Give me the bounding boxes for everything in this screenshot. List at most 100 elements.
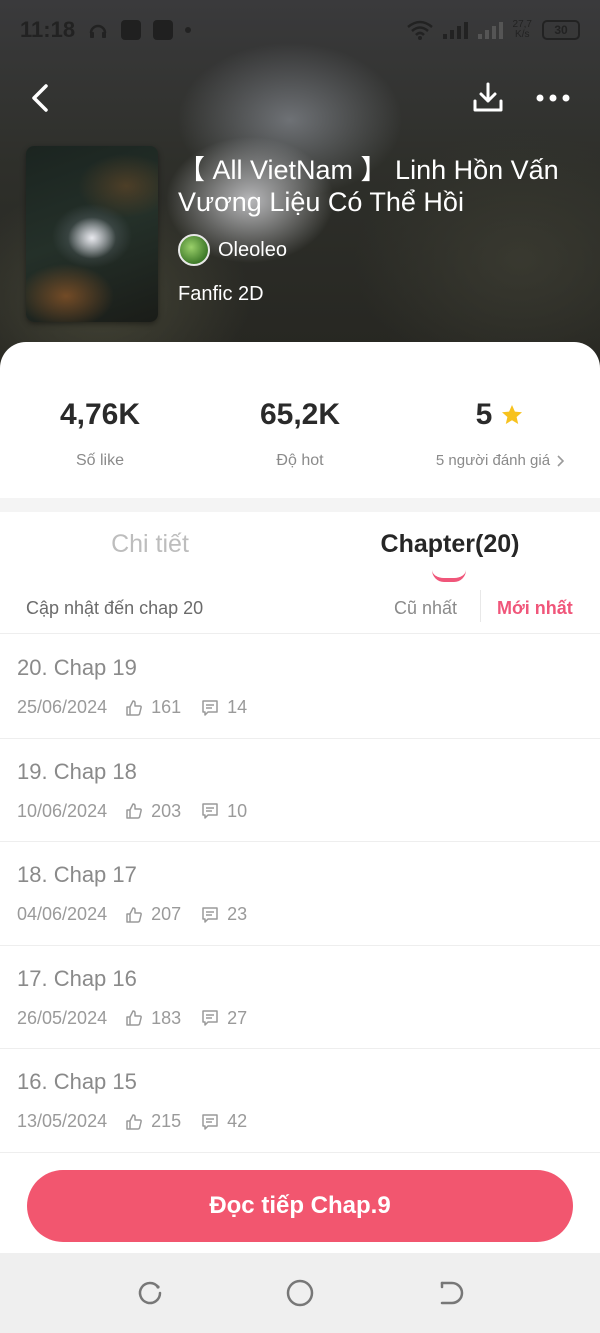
more-notifications-dot: [185, 27, 192, 33]
likes-value: 4,76K: [59, 398, 141, 431]
back-button[interactable]: [20, 78, 60, 118]
chapter-item[interactable]: 19. Chap 18 10/06/2024 203 10: [0, 739, 600, 842]
chapter-item[interactable]: 17. Chap 16 26/05/2024 183 27: [0, 946, 600, 1049]
comment-icon: [202, 803, 218, 819]
chapter-meta: 04/06/2024 207 23: [17, 904, 247, 925]
stat-likes: 4,76K Số like: [0, 398, 200, 470]
stats-row: 4,76K Số like 65,2K Độ hot 5 5 người đán…: [0, 342, 600, 497]
status-notification-icons: [87, 19, 192, 41]
top-nav: [0, 70, 600, 126]
book-title: 【 All VietNam 】 Linh Hồn Vấn Vương Liệu …: [178, 155, 559, 217]
section-divider: [0, 498, 600, 512]
chapter-item[interactable]: 16. Chap 15 13/05/2024 215 42: [0, 1049, 600, 1153]
chapter-comments: 10: [227, 800, 248, 821]
sort-newest-button[interactable]: Mới nhất: [497, 598, 573, 619]
more-options-button[interactable]: [530, 76, 576, 120]
back-system-button[interactable]: [430, 1273, 470, 1313]
thumbs-up-icon: [126, 699, 142, 716]
book-cover-image: [26, 146, 158, 322]
tiktok-icon: [153, 20, 174, 40]
tab-bar: Chi tiết Chapter(20): [0, 512, 600, 582]
likes-label: Số like: [75, 452, 125, 469]
chapter-list: 20. Chap 19 25/06/2024 161 14 19. Chap 1…: [0, 635, 600, 1153]
sort-divider: [480, 590, 481, 622]
author-name: Oleoleo: [218, 238, 287, 261]
chapter-date: 25/06/2024: [17, 697, 108, 717]
chapter-item[interactable]: 18. Chap 17 04/06/2024 207 23: [0, 842, 600, 946]
chapter-date: 13/05/2024: [17, 1111, 108, 1131]
chapter-date: 26/05/2024: [17, 1007, 108, 1028]
chapter-meta: 25/06/2024 161 14: [17, 697, 247, 718]
chapter-likes: 203: [151, 800, 182, 821]
chapter-meta: 10/06/2024 203 10: [17, 801, 247, 822]
rating-value-row: 5: [400, 398, 600, 432]
author-row[interactable]: Oleoleo: [178, 234, 287, 266]
active-tab-indicator: [432, 570, 466, 582]
stat-rating[interactable]: 5 5 người đánh giá: [400, 398, 600, 469]
chapter-title: 17. Chap 16: [17, 965, 137, 991]
rating-value: 5: [475, 398, 493, 431]
headset-icon: [89, 24, 107, 38]
rating-label: 5 người đánh giá: [435, 452, 551, 469]
status-bar: 11:18 27,7 K/s 30: [0, 0, 600, 60]
content-card: 4,76K Số like 65,2K Độ hot 5 5 người đán…: [0, 342, 600, 1333]
chapter-likes: 207: [151, 904, 182, 924]
signal-2-icon: [477, 21, 503, 39]
recent-apps-icon: [138, 1281, 162, 1305]
home-button[interactable]: [280, 1273, 320, 1313]
sort-row: Cập nhật đến chap 20 Cũ nhất Mới nhất: [0, 582, 600, 634]
comment-icon: [202, 1010, 218, 1026]
book-header: 11:18 27,7 K/s 30 【 All VietNam 】 Linh H…: [0, 0, 600, 370]
thumbs-up-icon: [126, 906, 142, 923]
chapter-title: 20. Chap 19: [17, 655, 137, 680]
chapter-likes: 183: [151, 1007, 182, 1028]
chapter-likes: 161: [151, 697, 182, 717]
comment-icon: [202, 699, 218, 716]
chapter-comments: 42: [227, 1111, 248, 1131]
chapter-item[interactable]: 20. Chap 19 25/06/2024 161 14: [0, 635, 600, 739]
chapter-comments: 23: [227, 904, 248, 924]
status-time: 11:18: [20, 17, 76, 42]
chapter-title: 16. Chap 15: [17, 1069, 137, 1094]
thumbs-up-icon: [126, 1010, 142, 1026]
home-circle-icon: [286, 1279, 314, 1307]
thumbs-up-icon: [126, 803, 142, 819]
system-navigation-bar: [0, 1253, 600, 1333]
star-icon: [502, 405, 523, 424]
chevron-right-icon: [557, 454, 565, 467]
update-status: Cập nhật đến chap 20: [26, 598, 204, 618]
book-genre: Fanfic 2D: [178, 283, 264, 305]
download-button[interactable]: [466, 76, 510, 120]
chapter-title: 18. Chap 17: [17, 862, 137, 887]
hot-label: Độ hot: [276, 452, 324, 469]
app-notification-icon: [121, 20, 142, 40]
chapter-meta: 26/05/2024 183 27: [17, 1008, 247, 1029]
network-speed: 27,7 K/s: [512, 19, 532, 40]
download-icon: [473, 82, 503, 112]
thumbs-up-icon: [126, 1113, 142, 1130]
more-horizontal-icon: [536, 94, 570, 102]
chevron-left-icon: [32, 84, 48, 112]
chapter-title: 19. Chap 18: [17, 758, 137, 784]
chapter-comments: 14: [227, 697, 248, 717]
author-avatar: [178, 234, 210, 266]
chapter-date: 10/06/2024: [17, 800, 108, 821]
rating-label-row: 5 người đánh giá: [400, 452, 600, 469]
back-arrow-icon: [440, 1281, 464, 1305]
continue-reading-button[interactable]: Đọc tiếp Chap.9: [27, 1170, 573, 1242]
hot-value: 65,2K: [259, 398, 341, 431]
tab-detail[interactable]: Chi tiết: [0, 530, 300, 559]
signal-icon: [442, 21, 468, 39]
comment-icon: [202, 906, 218, 923]
status-system-icons: 27,7 K/s 30: [406, 19, 580, 40]
chapter-likes: 215: [151, 1111, 182, 1131]
battery-indicator: 30: [542, 20, 580, 40]
chapter-comments: 27: [227, 1007, 248, 1028]
stat-hot: 65,2K Độ hot: [200, 398, 400, 470]
chapter-meta: 13/05/2024 215 42: [17, 1111, 247, 1132]
sort-oldest-button[interactable]: Cũ nhất: [394, 598, 457, 619]
recent-apps-button[interactable]: [130, 1273, 170, 1313]
wifi-icon: [406, 20, 433, 40]
tab-chapter[interactable]: Chapter(20): [300, 530, 600, 559]
chapter-date: 04/06/2024: [17, 904, 108, 924]
